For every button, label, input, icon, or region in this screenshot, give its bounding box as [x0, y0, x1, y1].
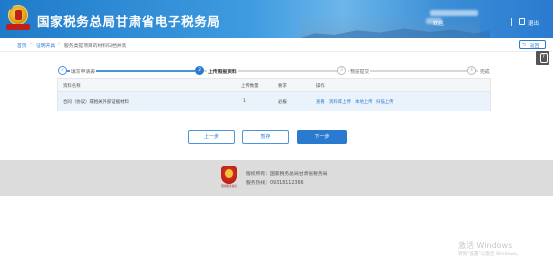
column-header-name: 资料名称 [63, 84, 81, 89]
back-button[interactable]: ⮌ 返回 [519, 40, 546, 49]
next-step-button[interactable]: 下一步 [297, 130, 347, 144]
help-icon[interactable] [536, 51, 549, 65]
tax-badge-icon [221, 166, 237, 184]
breadcrumb-current: 服务类提项目的材料归档并装 [64, 44, 127, 49]
redacted-username [430, 10, 478, 16]
materials-table: 资料名称 上传数量 要求 操作 合同（协议）或相关外部证据材料 1 必报 查看 … [57, 78, 491, 111]
table-header: 资料名称 上传数量 要求 操作 [58, 79, 490, 92]
view-link[interactable]: 查看 [316, 99, 325, 105]
logout-icon[interactable] [519, 18, 525, 25]
column-header-actions: 操作 [316, 84, 325, 89]
upload-count-cell: 1 [243, 99, 246, 104]
library-upload-link[interactable]: 资料库上传 [329, 99, 351, 105]
prev-step-button[interactable]: 上一步 [188, 130, 235, 144]
step-3-indicator: 3 [337, 66, 346, 75]
breadcrumb-certificate[interactable]: 证明开具 [36, 42, 55, 49]
step-1-indicator: ✓ [58, 66, 67, 75]
breadcrumb-home[interactable]: 首页 [17, 42, 27, 49]
breadcrumb-separator: › [58, 42, 60, 47]
welcome-text: 欢迎, [433, 21, 445, 27]
copyright-text: 版权所有：国家税务总局甘肃省税务局 [246, 172, 328, 177]
progress-stepper: ✓ 填写申请表 2 上传照报资料 3 预览提交 4 完成 [40, 65, 510, 77]
table-row: 合同（协议）或相关外部证据材料 1 必报 查看 资料库上传 本地上传 扫描上传 [58, 92, 490, 111]
step-1-label: 填写申请表 [70, 68, 96, 75]
step-4-label: 完成 [479, 68, 491, 75]
save-draft-button[interactable]: 暂存 [242, 130, 289, 144]
column-header-count: 上传数量 [241, 84, 259, 89]
logout-link[interactable]: 退出 [528, 19, 539, 27]
back-button-label: 返回 [530, 43, 540, 49]
page-footer [0, 160, 553, 196]
step-2-label: 上传照报资料 [207, 68, 238, 75]
activation-watermark-hint: 转到"设置"以激活 Windows。 [458, 252, 521, 257]
footer-logo-caption: 国家税务总局 [221, 185, 237, 188]
activation-watermark-title: 激活 Windows [458, 241, 513, 250]
site-title: 国家税务总局甘肃省电子税务局 [37, 14, 221, 29]
step-2-indicator: 2 [195, 66, 204, 75]
back-arrow-icon: ⮌ [522, 42, 527, 48]
step-4-indicator: 4 [467, 66, 476, 75]
step-3-label: 预览提交 [349, 68, 371, 75]
user-info-redacted [426, 6, 496, 32]
emblem-ribbon [6, 24, 30, 30]
requirement-cell: 必报 [278, 100, 287, 105]
scan-upload-link[interactable]: 扫描上传 [376, 99, 394, 105]
service-hotline: 服务热线：09318112366 [246, 181, 304, 186]
header-divider [511, 18, 512, 26]
footer-logo: 国家税务总局 [221, 166, 237, 188]
local-upload-link[interactable]: 本地上传 [355, 99, 373, 105]
material-name-cell: 合同（协议）或相关外部证据材料 [63, 100, 129, 105]
breadcrumb-separator: › [30, 42, 32, 47]
column-header-requirement: 要求 [278, 84, 287, 89]
